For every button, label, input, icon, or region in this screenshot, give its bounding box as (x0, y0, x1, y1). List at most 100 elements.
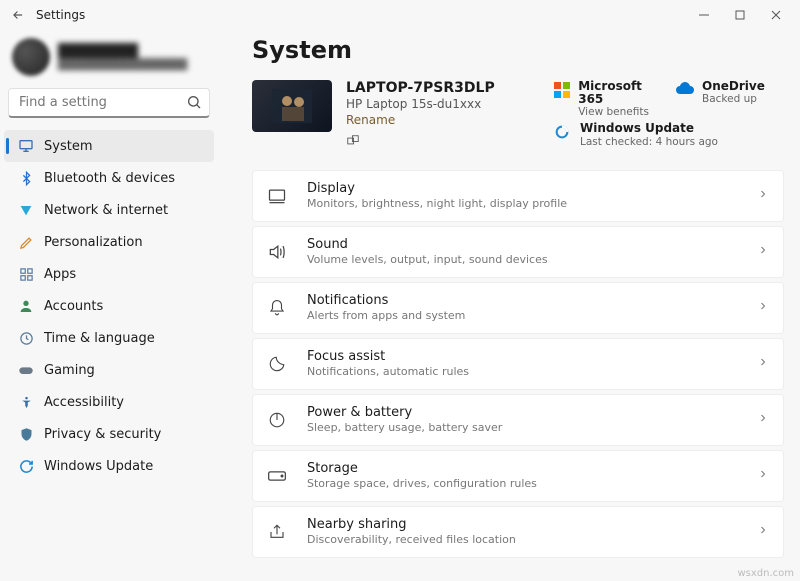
sidebar-item-label: Gaming (44, 363, 95, 378)
settings-list: DisplayMonitors, brightness, night light… (252, 170, 784, 558)
tile-title: Windows Update (580, 122, 718, 135)
card-title: Focus assist (307, 350, 469, 365)
card-notifications[interactable]: NotificationsAlerts from apps and system (252, 282, 784, 334)
sidebar-item-label: Apps (44, 267, 76, 282)
sound-icon (265, 242, 289, 262)
back-button[interactable] (6, 3, 30, 27)
privacy-icon (18, 426, 34, 442)
personalization-icon (18, 234, 34, 250)
minimize-button[interactable] (686, 1, 722, 29)
card-storage[interactable]: StorageStorage space, drives, configurat… (252, 450, 784, 502)
card-sub: Sleep, battery usage, battery saver (307, 421, 502, 434)
page-title: System (252, 36, 784, 64)
user-email: ████████████████ (58, 59, 187, 71)
card-title: Nearby sharing (307, 518, 516, 533)
tile-onedrive[interactable]: OneDriveBacked up (676, 80, 784, 118)
tile-sub: View benefits (578, 106, 662, 118)
card-sub: Volume levels, output, input, sound devi… (307, 253, 548, 266)
network-icon (18, 202, 34, 218)
device-name: LAPTOP-7PSR3DLP (346, 80, 540, 96)
sidebar-item-label: Network & internet (44, 203, 168, 218)
sidebar-item-gaming[interactable]: Gaming (4, 354, 214, 386)
rename-icon[interactable] (346, 134, 540, 152)
card-display[interactable]: DisplayMonitors, brightness, night light… (252, 170, 784, 222)
onedrive-icon (676, 82, 694, 100)
sidebar-item-accounts[interactable]: Accounts (4, 290, 214, 322)
device-model: HP Laptop 15s-du1xxx (346, 97, 540, 111)
watermark: wsxdn.com (737, 568, 794, 579)
sidebar-item-apps[interactable]: Apps (4, 258, 214, 290)
accessibility-icon (18, 394, 34, 410)
sidebar-item-label: Accessibility (44, 395, 124, 410)
card-nearby-sharing[interactable]: Nearby sharingDiscoverability, received … (252, 506, 784, 558)
status-tiles: Microsoft 365View benefits OneDriveBacke… (554, 80, 784, 148)
search-wrap (8, 88, 210, 118)
sidebar: ████████ ████████████████ System Bluetoo… (0, 30, 222, 581)
focus-icon (265, 355, 289, 373)
card-title: Notifications (307, 294, 465, 309)
sidebar-item-label: Windows Update (44, 459, 153, 474)
display-icon (265, 186, 289, 206)
sidebar-item-time[interactable]: Time & language (4, 322, 214, 354)
sidebar-item-label: Privacy & security (44, 427, 161, 442)
card-sound[interactable]: SoundVolume levels, output, input, sound… (252, 226, 784, 278)
search-icon (186, 94, 202, 114)
user-name: ████████ (58, 44, 187, 59)
tile-sub: Last checked: 4 hours ago (580, 136, 718, 148)
close-button[interactable] (758, 1, 794, 29)
card-sub: Notifications, automatic rules (307, 365, 469, 378)
card-title: Storage (307, 462, 537, 477)
sidebar-item-label: Accounts (44, 299, 103, 314)
device-row: LAPTOP-7PSR3DLP HP Laptop 15s-du1xxx Ren… (252, 80, 784, 152)
chevron-right-icon (757, 300, 769, 316)
maximize-button[interactable] (722, 1, 758, 29)
tile-windows-update[interactable]: Windows UpdateLast checked: 4 hours ago (554, 122, 784, 147)
chevron-right-icon (757, 188, 769, 204)
tile-sub: Backed up (702, 93, 765, 105)
card-title: Power & battery (307, 406, 502, 421)
accounts-icon (18, 298, 34, 314)
tile-title: Microsoft 365 (578, 80, 662, 106)
chevron-right-icon (757, 412, 769, 428)
sidebar-item-privacy[interactable]: Privacy & security (4, 418, 214, 450)
card-sub: Alerts from apps and system (307, 309, 465, 322)
power-icon (265, 411, 289, 429)
sidebar-item-label: Time & language (44, 331, 155, 346)
chevron-right-icon (757, 356, 769, 372)
sidebar-item-accessibility[interactable]: Accessibility (4, 386, 214, 418)
sidebar-nav: System Bluetooth & devices Network & int… (4, 130, 214, 482)
apps-icon (18, 266, 34, 282)
tile-microsoft365[interactable]: Microsoft 365View benefits (554, 80, 662, 118)
share-icon (265, 523, 289, 541)
card-sub: Monitors, brightness, night light, displ… (307, 197, 567, 210)
tile-title: OneDrive (702, 80, 765, 93)
main-content: System LAPTOP-7PSR3DLP HP Laptop 15s-du1… (222, 30, 800, 581)
time-icon (18, 330, 34, 346)
storage-icon (265, 469, 289, 483)
search-input[interactable] (8, 88, 210, 118)
sidebar-item-system[interactable]: System (4, 130, 214, 162)
card-sub: Discoverability, received files location (307, 533, 516, 546)
microsoft-icon (554, 82, 570, 100)
gaming-icon (18, 362, 34, 378)
card-power[interactable]: Power & batterySleep, battery usage, bat… (252, 394, 784, 446)
chevron-right-icon (757, 244, 769, 260)
sidebar-item-personalization[interactable]: Personalization (4, 226, 214, 258)
sidebar-item-bluetooth[interactable]: Bluetooth & devices (4, 162, 214, 194)
windows-update-icon (18, 458, 34, 474)
sidebar-item-windows-update[interactable]: Windows Update (4, 450, 214, 482)
card-focus-assist[interactable]: Focus assistNotifications, automatic rul… (252, 338, 784, 390)
update-icon (554, 124, 572, 142)
sidebar-item-label: System (44, 139, 92, 154)
card-title: Display (307, 182, 567, 197)
bluetooth-icon (18, 170, 34, 186)
card-sub: Storage space, drives, configuration rul… (307, 477, 537, 490)
sidebar-item-network[interactable]: Network & internet (4, 194, 214, 226)
card-title: Sound (307, 238, 548, 253)
sidebar-item-label: Bluetooth & devices (44, 171, 175, 186)
user-profile[interactable]: ████████ ████████████████ (4, 36, 214, 88)
device-thumbnail[interactable] (252, 80, 332, 132)
avatar (12, 38, 50, 76)
chevron-right-icon (757, 468, 769, 484)
rename-link[interactable]: Rename (346, 113, 395, 127)
